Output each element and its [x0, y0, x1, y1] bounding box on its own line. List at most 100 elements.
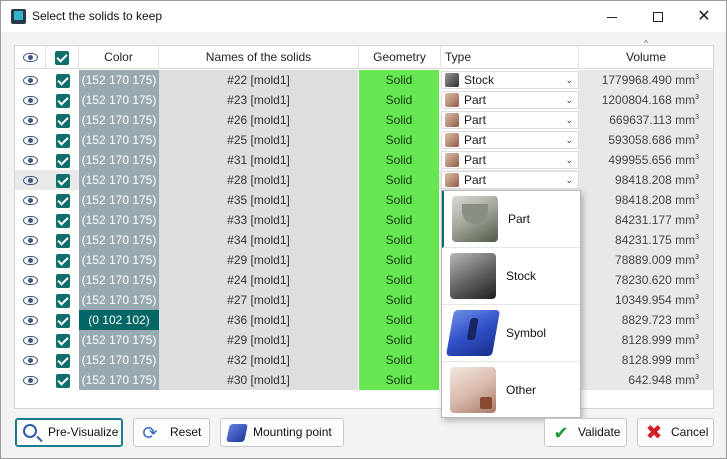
- keep-checkbox[interactable]: [46, 310, 79, 330]
- keep-checkbox[interactable]: [46, 150, 79, 170]
- chevron-down-icon[interactable]: ⌄: [565, 132, 573, 148]
- chevron-down-icon[interactable]: ⌄: [565, 152, 573, 168]
- table-row[interactable]: (152 170 175) #32 [mold1] Solid 8128.999 mm…: [15, 350, 713, 370]
- visibility-toggle[interactable]: [15, 230, 46, 250]
- color-cell[interactable]: (152 170 175): [79, 130, 159, 150]
- chevron-down-icon[interactable]: ⌄: [565, 72, 573, 88]
- visibility-toggle[interactable]: [15, 330, 46, 350]
- color-cell[interactable]: (152 170 175): [79, 210, 159, 230]
- color-cell[interactable]: (152 170 175): [79, 110, 159, 130]
- header-color[interactable]: Color: [79, 46, 159, 69]
- visibility-toggle[interactable]: [15, 150, 46, 170]
- header-volume[interactable]: ^ Volume: [579, 39, 713, 69]
- color-cell[interactable]: (152 170 175): [79, 150, 159, 170]
- visibility-toggle[interactable]: [15, 70, 46, 90]
- eye-icon: [23, 256, 38, 266]
- type-select[interactable]: Part ⌄: [441, 171, 579, 189]
- header-keep-all[interactable]: [46, 46, 79, 69]
- keep-checkbox[interactable]: [46, 290, 79, 310]
- table-row[interactable]: (152 170 175) #29 [mold1] Solid 78889.009 m…: [15, 250, 713, 270]
- color-cell[interactable]: (152 170 175): [79, 250, 159, 270]
- color-cell[interactable]: (152 170 175): [79, 370, 159, 390]
- table-row[interactable]: (152 170 175) #30 [mold1] Solid 642.948 mm3: [15, 370, 713, 390]
- keep-checkbox[interactable]: [46, 370, 79, 390]
- keep-checkbox[interactable]: [46, 350, 79, 370]
- close-button[interactable]: ✕: [681, 1, 727, 32]
- volume-cell: 8829.723 mm3: [579, 310, 713, 330]
- minimize-button[interactable]: [589, 1, 635, 32]
- table-row[interactable]: (152 170 175) #26 [mold1] Solid Part ⌄ 669637…: [15, 110, 713, 130]
- table-row[interactable]: (152 170 175) #28 [mold1] Solid Part ⌄ 98418.…: [15, 170, 713, 190]
- chevron-down-icon[interactable]: ⌄: [565, 92, 573, 108]
- visibility-toggle[interactable]: [15, 270, 46, 290]
- visibility-toggle[interactable]: [15, 310, 46, 330]
- volume-unit-exponent: 3: [695, 154, 699, 161]
- color-cell[interactable]: (152 170 175): [79, 230, 159, 250]
- keep-checkbox[interactable]: [46, 170, 79, 190]
- keep-checkbox[interactable]: [46, 270, 79, 290]
- keep-checkbox[interactable]: [46, 130, 79, 150]
- visibility-toggle[interactable]: [15, 130, 46, 150]
- visibility-toggle[interactable]: [15, 110, 46, 130]
- table-row[interactable]: (152 170 175) #23 [mold1] Solid Part ⌄ 120080…: [15, 90, 713, 110]
- type-select[interactable]: Part ⌄: [441, 131, 579, 149]
- table-row[interactable]: (152 170 175) #27 [mold1] Solid 10349.954 m…: [15, 290, 713, 310]
- visibility-toggle[interactable]: [15, 250, 46, 270]
- type-select[interactable]: Part ⌄: [441, 151, 579, 169]
- type-select[interactable]: Stock ⌄: [441, 71, 579, 89]
- keep-checkbox[interactable]: [46, 210, 79, 230]
- check-all-icon[interactable]: [55, 50, 69, 65]
- maximize-button[interactable]: [635, 1, 681, 32]
- previsualize-button[interactable]: Pre-Visualize: [15, 418, 123, 447]
- cancel-button[interactable]: ✖ Cancel: [637, 418, 714, 447]
- visibility-toggle[interactable]: [15, 350, 46, 370]
- dropdown-option-symbol[interactable]: Symbol: [442, 305, 580, 362]
- visibility-toggle[interactable]: [15, 90, 46, 110]
- keep-checkbox[interactable]: [46, 250, 79, 270]
- color-cell[interactable]: (0 102 102): [79, 310, 159, 330]
- mounting-point-button[interactable]: Mounting point: [220, 418, 344, 447]
- table-row[interactable]: (152 170 175) #31 [mold1] Solid Part ⌄ 499955…: [15, 150, 713, 170]
- visibility-toggle[interactable]: [15, 210, 46, 230]
- reset-button[interactable]: ⟳ Reset: [133, 418, 210, 447]
- table-row[interactable]: (152 170 175) #22 [mold1] Solid Stock ⌄ 17799…: [15, 70, 713, 90]
- chevron-down-icon[interactable]: ⌄: [565, 112, 573, 128]
- header-names[interactable]: Names of the solids: [159, 46, 359, 69]
- color-cell[interactable]: (152 170 175): [79, 330, 159, 350]
- chevron-down-icon[interactable]: ⌄: [565, 172, 573, 188]
- keep-checkbox[interactable]: [46, 230, 79, 250]
- header-geometry[interactable]: Geometry: [359, 46, 441, 69]
- color-cell[interactable]: (152 170 175): [79, 90, 159, 110]
- header-visible[interactable]: [15, 46, 46, 69]
- validate-button[interactable]: ✔ Validate: [544, 418, 627, 447]
- type-select[interactable]: Part ⌄: [441, 111, 579, 129]
- table-row[interactable]: (152 170 175) #34 [mold1] Solid 84231.175 m…: [15, 230, 713, 250]
- table-row[interactable]: (0 102 102) #36 [mold1] Solid 8829.723 mm3: [15, 310, 713, 330]
- header-type[interactable]: Type: [441, 46, 579, 69]
- keep-checkbox[interactable]: [46, 190, 79, 210]
- keep-checkbox[interactable]: [46, 90, 79, 110]
- dropdown-option-part[interactable]: Part: [442, 191, 580, 248]
- color-cell[interactable]: (152 170 175): [79, 290, 159, 310]
- visibility-toggle[interactable]: [15, 190, 46, 210]
- keep-checkbox[interactable]: [46, 330, 79, 350]
- color-cell[interactable]: (152 170 175): [79, 70, 159, 90]
- type-select[interactable]: Part ⌄: [441, 91, 579, 109]
- table-row[interactable]: (152 170 175) #24 [mold1] Solid 78230.620 m…: [15, 270, 713, 290]
- table-row[interactable]: (152 170 175) #33 [mold1] Solid 84231.177 m…: [15, 210, 713, 230]
- table-row[interactable]: (152 170 175) #25 [mold1] Solid Part ⌄ 593058…: [15, 130, 713, 150]
- color-cell[interactable]: (152 170 175): [79, 170, 159, 190]
- color-cell[interactable]: (152 170 175): [79, 350, 159, 370]
- table-row[interactable]: (152 170 175) #35 [mold1] Solid 98418.208 m…: [15, 190, 713, 210]
- table-row[interactable]: (152 170 175) #29 [mold1] Solid 8128.999 mm…: [15, 330, 713, 350]
- geometry-cell: Solid: [359, 330, 439, 350]
- color-cell[interactable]: (152 170 175): [79, 270, 159, 290]
- visibility-toggle[interactable]: [15, 370, 46, 390]
- dropdown-option-other[interactable]: Other: [442, 362, 580, 419]
- keep-checkbox[interactable]: [46, 110, 79, 130]
- color-cell[interactable]: (152 170 175): [79, 190, 159, 210]
- keep-checkbox[interactable]: [46, 70, 79, 90]
- visibility-toggle[interactable]: [15, 290, 46, 310]
- dropdown-option-stock[interactable]: Stock: [442, 248, 580, 305]
- visibility-toggle[interactable]: [15, 170, 46, 190]
